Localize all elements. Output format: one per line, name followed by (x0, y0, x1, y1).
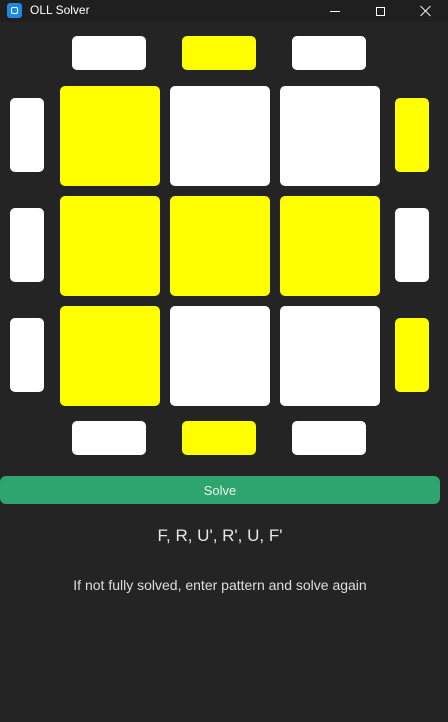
face-sticker-2-3[interactable] (280, 196, 380, 296)
right-edge-sticker-3[interactable] (395, 318, 429, 392)
face-sticker-3-3[interactable] (280, 306, 380, 406)
left-edge-sticker-1[interactable] (10, 98, 44, 172)
minimize-button[interactable] (312, 0, 358, 22)
face-sticker-1-1[interactable] (60, 86, 160, 186)
solve-button[interactable]: Solve (0, 476, 440, 504)
face-sticker-2-1[interactable] (60, 196, 160, 296)
solution-text: F, R, U', R', U, F' (157, 526, 283, 545)
close-icon (420, 5, 432, 17)
bottom-edge-sticker-1[interactable] (72, 421, 146, 455)
hint-text: If not fully solved, enter pattern and s… (73, 577, 367, 593)
window-title: OLL Solver (30, 3, 90, 17)
top-edge-sticker-2[interactable] (182, 36, 256, 70)
top-edge-sticker-3[interactable] (292, 36, 366, 70)
face-sticker-1-3[interactable] (280, 86, 380, 186)
minimize-icon (330, 10, 340, 12)
face-sticker-2-2[interactable] (170, 196, 270, 296)
close-button[interactable] (403, 0, 448, 22)
title-bar: OLL Solver (0, 0, 448, 22)
bottom-edge-sticker-3[interactable] (292, 421, 366, 455)
bottom-edge-sticker-2[interactable] (182, 421, 256, 455)
face-sticker-3-1[interactable] (60, 306, 160, 406)
top-edge-sticker-1[interactable] (72, 36, 146, 70)
right-edge-sticker-1[interactable] (395, 98, 429, 172)
maximize-icon (375, 6, 385, 16)
face-sticker-1-2[interactable] (170, 86, 270, 186)
face-sticker-3-2[interactable] (170, 306, 270, 406)
right-edge-sticker-2[interactable] (395, 208, 429, 282)
app-icon (7, 3, 22, 18)
left-edge-sticker-3[interactable] (10, 318, 44, 392)
left-edge-sticker-2[interactable] (10, 208, 44, 282)
maximize-button[interactable] (357, 0, 403, 22)
